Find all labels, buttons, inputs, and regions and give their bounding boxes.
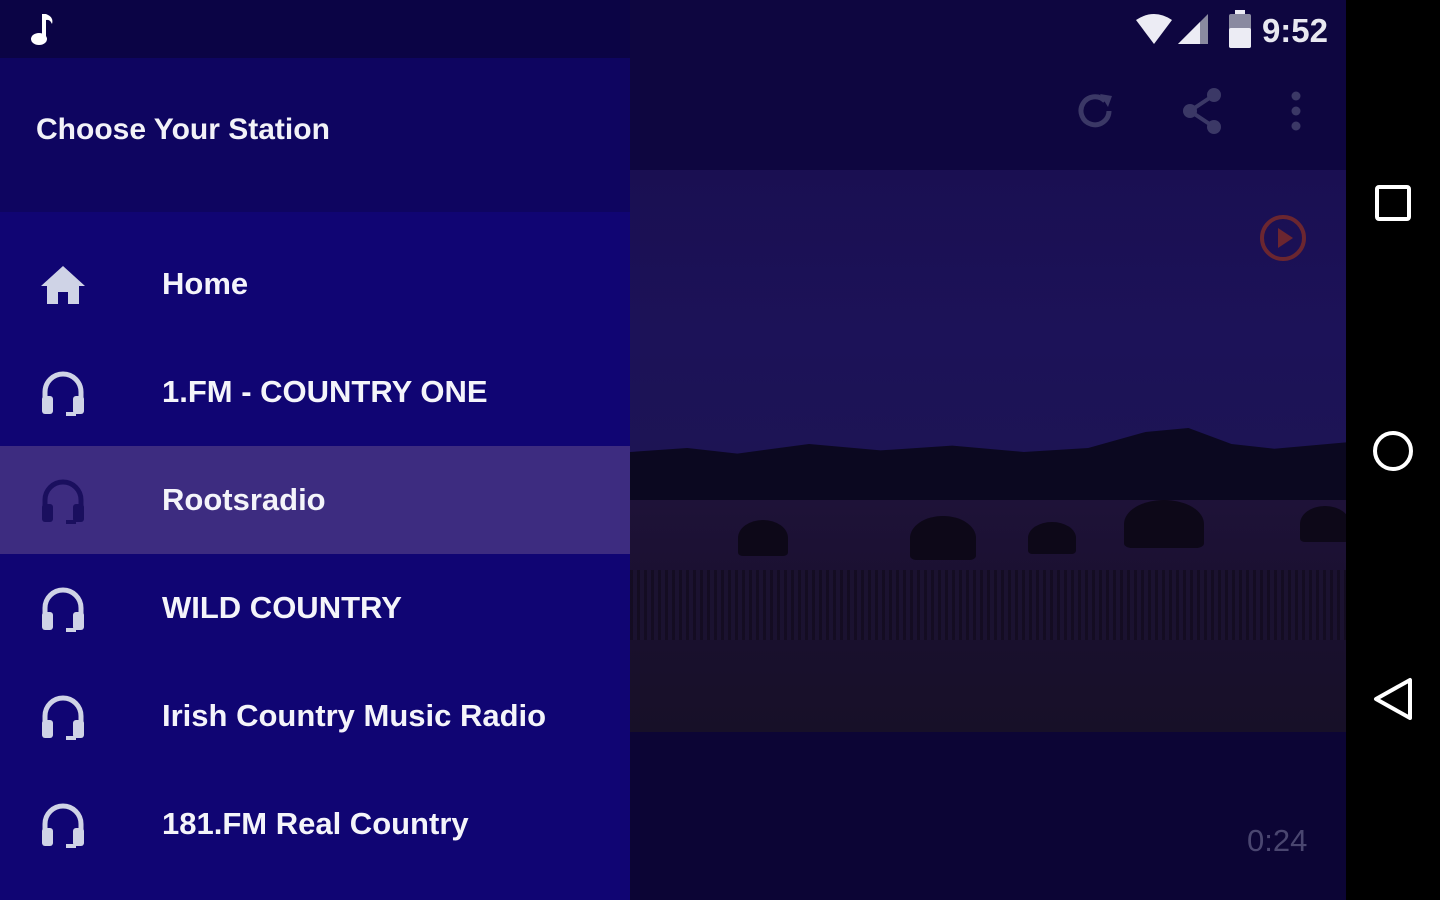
system-navigation-bar	[1346, 0, 1440, 900]
drawer-item-home[interactable]: Home	[0, 230, 630, 338]
station-background-image	[630, 170, 1346, 732]
headphones-icon	[38, 692, 88, 742]
recents-button[interactable]	[1346, 156, 1440, 250]
treeline	[630, 428, 1346, 508]
hay-bale	[1028, 522, 1076, 554]
drawer-status-band	[0, 0, 630, 58]
home-icon	[38, 260, 88, 310]
battery-icon	[1228, 10, 1252, 48]
hay-bale	[1124, 500, 1204, 548]
refresh-icon[interactable]	[1072, 88, 1118, 134]
back-icon	[1374, 678, 1412, 720]
drawer-item-label: Home	[162, 266, 249, 301]
drawer-item-label: 1.FM - COUNTRY ONE	[162, 374, 488, 409]
hay-bale	[1300, 506, 1346, 542]
share-icon[interactable]	[1178, 86, 1226, 136]
status-time: 9:52	[1261, 12, 1328, 49]
elapsed-time: 0:24	[1247, 823, 1308, 858]
hay-bale	[738, 520, 788, 556]
drawer-item-station[interactable]: 181.FM Real Country	[0, 770, 630, 878]
headphones-icon	[38, 368, 88, 418]
headphones-icon	[38, 476, 88, 526]
drawer-item-label: Rootsradio	[162, 482, 326, 517]
drawer-title: Choose Your Station	[36, 113, 330, 146]
drawer-item-label: Irish Country Music Radio	[162, 698, 547, 733]
drawer-item-label: 181.FM Real Country	[162, 806, 469, 841]
wifi-icon	[1134, 12, 1174, 46]
headphones-icon	[38, 584, 88, 634]
grass	[630, 570, 1346, 640]
drawer-item-station-selected[interactable]: Rootsradio	[0, 446, 630, 554]
drawer-item-station[interactable]: 1.FM - COUNTRY ONE	[0, 338, 630, 446]
more-vert-icon[interactable]	[1284, 88, 1308, 134]
headphones-icon	[38, 800, 88, 850]
drawer-item-station[interactable]: Irish Country Music Radio	[0, 662, 630, 770]
home-circle-icon	[1373, 431, 1413, 471]
navigation-drawer: Choose Your Station Home 1.FM - COUNTRY …	[0, 0, 630, 900]
drawer-header: Choose Your Station	[0, 0, 630, 212]
play-circle-icon[interactable]	[1258, 213, 1308, 263]
home-button[interactable]	[1346, 404, 1440, 498]
hay-bale	[910, 516, 976, 560]
music-note-icon	[28, 12, 56, 46]
back-button[interactable]	[1346, 652, 1440, 746]
drawer-item-label: WILD COUNTRY	[162, 590, 402, 625]
drawer-item-station[interactable]: WILD COUNTRY	[0, 554, 630, 662]
player-panel	[630, 732, 1346, 900]
cell-signal-icon	[1176, 12, 1210, 46]
recents-icon	[1375, 185, 1411, 221]
